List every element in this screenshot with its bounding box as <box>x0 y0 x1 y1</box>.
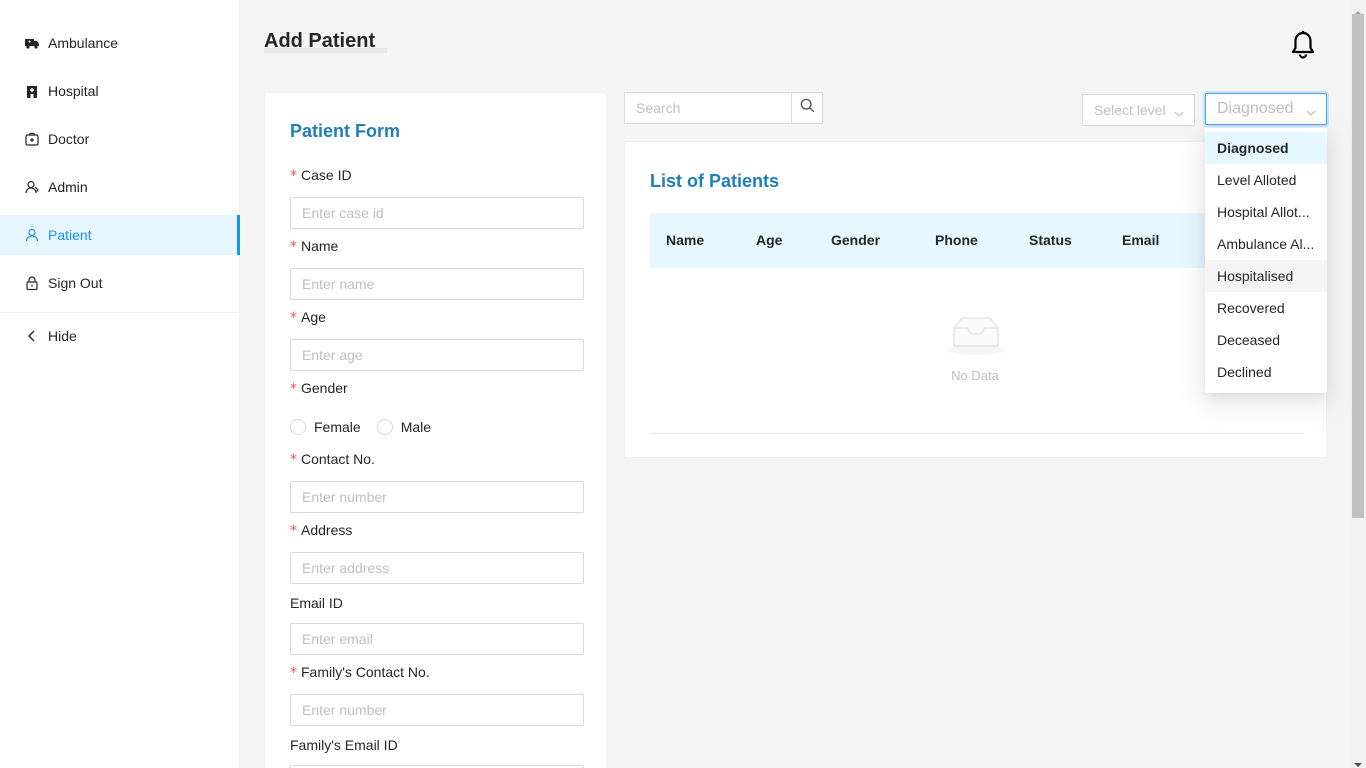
dropdown-option-hospitalised[interactable]: Hospitalised <box>1205 260 1327 292</box>
list-divider <box>650 433 1304 434</box>
sidebar-item-label: Sign Out <box>48 275 103 291</box>
dropdown-option-level-alloted[interactable]: Level Alloted <box>1205 164 1327 196</box>
hospital-icon <box>24 83 40 99</box>
column-header-status[interactable]: Status <box>1029 232 1072 248</box>
column-header-phone[interactable]: Phone <box>935 232 978 248</box>
dropdown-option-hospital-alloted[interactable]: Hospital Allot... <box>1205 196 1327 228</box>
sidebar-hide-label: Hide <box>48 328 77 344</box>
chevron-left-icon <box>24 328 40 344</box>
column-header-gender[interactable]: Gender <box>831 232 880 248</box>
search-input[interactable] <box>624 92 792 124</box>
column-header-email[interactable]: Email <box>1122 232 1159 248</box>
radio-circle[interactable] <box>376 419 393 435</box>
sidebar-item-label: Doctor <box>48 131 90 147</box>
status-select-value: Diagnosed <box>1217 100 1294 117</box>
column-header-age[interactable]: Age <box>756 232 782 248</box>
sidebar-divider <box>0 312 240 313</box>
sidebar-item-sign-out[interactable]: Sign Out <box>0 263 240 303</box>
status-dropdown-menu: Diagnosed Level Alloted Hospital Allot..… <box>1205 128 1327 393</box>
status-select[interactable]: Diagnosed <box>1205 93 1327 125</box>
sidebar-item-label: Hospital <box>48 83 99 99</box>
chevron-down-icon <box>1174 106 1184 117</box>
lock-icon <box>24 275 40 291</box>
name-label: * Name <box>290 238 339 255</box>
scrollbar-thumb[interactable] <box>1352 14 1364 518</box>
dropdown-option-recovered[interactable]: Recovered <box>1205 292 1327 324</box>
gender-radio-group: Female Male <box>290 419 447 435</box>
form-title: Patient Form <box>290 121 401 141</box>
family-contact-input[interactable] <box>290 694 584 726</box>
sidebar-item-label: Admin <box>48 179 88 195</box>
page-scrollbar[interactable] <box>1350 0 1366 768</box>
case-id-label: * Case ID <box>290 167 352 184</box>
gender-label: * Gender <box>290 380 348 397</box>
empty-inbox-icon <box>944 314 1008 356</box>
scroll-down-arrow-icon[interactable] <box>1354 756 1362 767</box>
dropdown-option-deceased[interactable]: Deceased <box>1205 324 1327 356</box>
age-label: * Age <box>290 309 326 326</box>
case-id-input[interactable] <box>290 197 584 229</box>
dropdown-option-declined[interactable]: Declined <box>1205 356 1327 388</box>
level-select-placeholder: Select level <box>1094 102 1166 118</box>
search-icon <box>800 98 815 118</box>
scroll-up-arrow-icon[interactable] <box>1354 4 1362 15</box>
address-label: * Address <box>290 522 353 539</box>
ambulance-icon <box>24 35 40 51</box>
contact-label: * Contact No. <box>290 451 375 468</box>
sidebar-item-ambulance[interactable]: Ambulance <box>0 23 240 63</box>
address-input[interactable] <box>290 552 584 584</box>
radio-circle[interactable] <box>290 419 306 435</box>
sidebar-item-admin[interactable]: Admin <box>0 167 240 207</box>
sidebar-item-doctor[interactable]: Doctor <box>0 119 240 159</box>
age-input[interactable] <box>290 339 584 371</box>
doctor-icon <box>24 131 40 147</box>
list-title: List of Patients <box>650 171 780 191</box>
page-title: Add Patient <box>264 30 388 53</box>
admin-icon <box>24 179 40 195</box>
email-input[interactable] <box>290 623 584 655</box>
gender-radio-male[interactable]: Male <box>376 419 431 435</box>
gender-radio-female[interactable]: Female <box>290 419 361 435</box>
level-select[interactable]: Select level <box>1082 94 1195 126</box>
name-input[interactable] <box>290 268 584 300</box>
sidebar-item-patient[interactable]: Patient <box>0 215 240 255</box>
contact-input[interactable] <box>290 481 584 513</box>
sidebar-hide-button[interactable]: Hide <box>0 316 240 356</box>
patient-form-card: Patient Form *Case ID *Name *Age *Gender… <box>264 92 607 768</box>
chevron-down-icon <box>1306 105 1316 116</box>
dropdown-option-diagnosed[interactable]: Diagnosed <box>1205 132 1327 164</box>
family-email-label: Family's Email ID <box>290 737 398 753</box>
family-contact-label: * Family's Contact No. <box>290 664 430 681</box>
bell-icon[interactable] <box>1289 30 1317 60</box>
search-button[interactable] <box>791 92 823 124</box>
column-header-name[interactable]: Name <box>666 232 704 248</box>
patient-icon <box>24 227 40 243</box>
email-label: Email ID <box>290 595 343 611</box>
sidebar-item-label: Patient <box>48 227 92 243</box>
sidebar-item-label: Ambulance <box>48 35 119 51</box>
sidebar-item-hospital[interactable]: Hospital <box>0 71 240 111</box>
dropdown-option-ambulance-alloted[interactable]: Ambulance Al... <box>1205 228 1327 260</box>
sidebar: Ambulance Hospital Doctor Admin Patient … <box>0 0 240 768</box>
